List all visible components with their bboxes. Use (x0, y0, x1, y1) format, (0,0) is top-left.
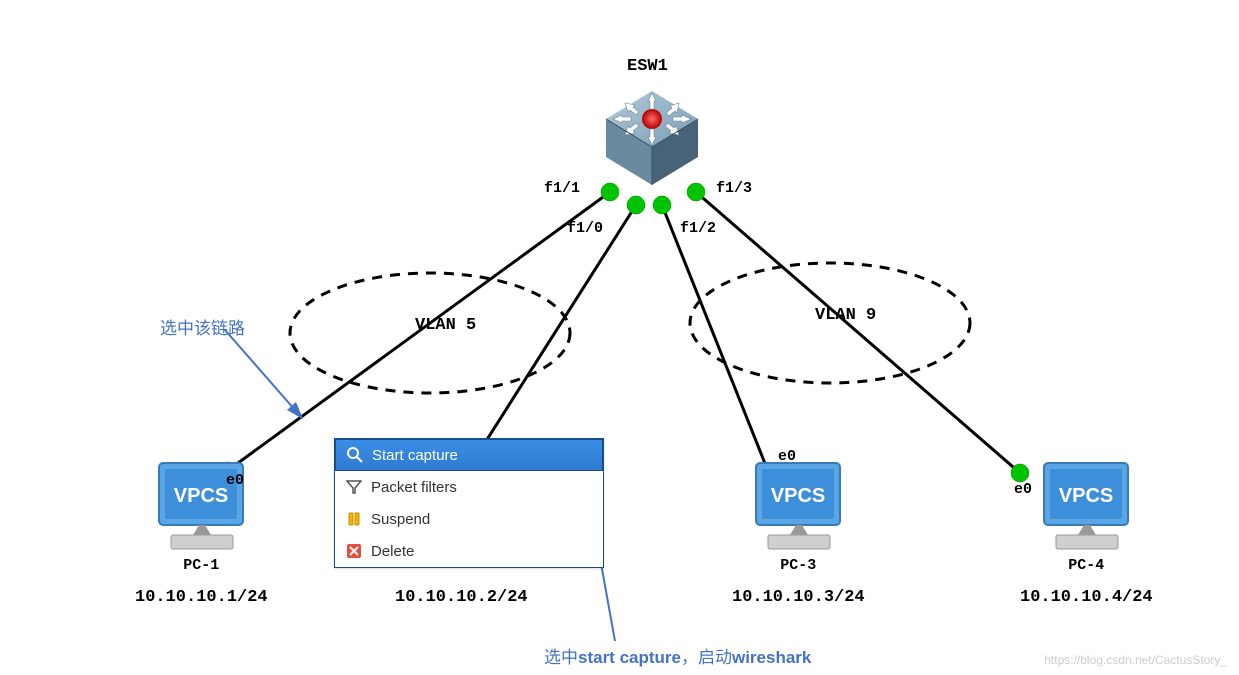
node-pc4[interactable]: PC-4 10.10.10.4/24 (1020, 458, 1153, 607)
context-menu: Start capture Packet filters Suspend Del… (334, 438, 604, 568)
switch-esw1[interactable] (599, 83, 705, 198)
pc4-label: PC-4 (1020, 557, 1153, 574)
pc4-ip: 10.10.10.4/24 (1020, 588, 1153, 607)
menu-suspend-label: Suspend (371, 511, 430, 528)
magnifier-icon (346, 446, 364, 464)
port-f10: f1/0 (567, 220, 603, 237)
port-f11: f1/1 (544, 180, 580, 197)
menu-packet-filters[interactable]: Packet filters (335, 471, 603, 503)
pc2-ip: 10.10.10.2/24 (395, 588, 528, 607)
node-pc3[interactable]: PC-3 10.10.10.3/24 (732, 458, 865, 607)
menu-start-capture[interactable]: Start capture (335, 439, 603, 471)
menu-delete[interactable]: Delete (335, 535, 603, 567)
menu-start-label: Start capture (372, 447, 458, 464)
annotation-select-link: 选中该链路 (160, 314, 245, 339)
port-f12: f1/2 (680, 220, 716, 237)
menu-suspend[interactable]: Suspend (335, 503, 603, 535)
pc3-label: PC-3 (732, 557, 865, 574)
pc1-ip: 10.10.10.1/24 (135, 588, 268, 607)
switch-label: ESW1 (627, 57, 668, 76)
pause-icon (345, 510, 363, 528)
watermark-text: https://blog.csdn.net/CactusStory_ (1044, 653, 1227, 667)
pc3-if: e0 (778, 448, 796, 465)
vlan9-label: VLAN 9 (815, 306, 876, 325)
links (227, 192, 1020, 473)
delete-icon (345, 542, 363, 560)
port-f13: f1/3 (716, 180, 752, 197)
pc1-if: e0 (226, 472, 244, 489)
vlan5-label: VLAN 5 (415, 316, 476, 335)
pc4-if: e0 (1014, 481, 1032, 498)
pc1-label: PC-1 (135, 557, 268, 574)
menu-delete-label: Delete (371, 543, 414, 560)
pc3-ip: 10.10.10.3/24 (732, 588, 865, 607)
arrow-select-link (225, 330, 302, 418)
funnel-icon (345, 478, 363, 496)
annotation-start-capture: 选中start capture，启动wireshark (544, 643, 811, 668)
menu-filters-label: Packet filters (371, 479, 457, 496)
node-pc1[interactable]: PC-1 10.10.10.1/24 (135, 458, 268, 607)
